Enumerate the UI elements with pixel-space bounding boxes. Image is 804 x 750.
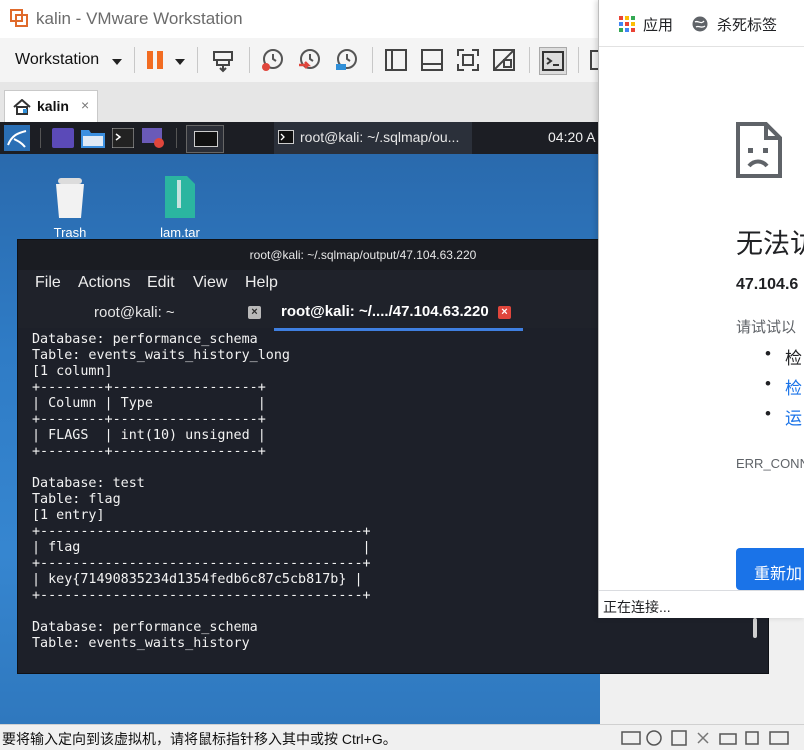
menu-edit[interactable]: Edit <box>147 274 175 292</box>
chevron-down-icon[interactable] <box>175 59 185 65</box>
terminal-line: Database: performance_schema <box>32 620 258 635</box>
terminal-tab-label: root@kali: ~ <box>94 304 175 321</box>
workspace-thumb <box>194 131 218 147</box>
desktop-icon-trash[interactable]: Trash <box>46 174 94 240</box>
bookmark-label: 杀死标签 <box>717 17 778 34</box>
reload-button[interactable]: 重新加 <box>736 548 804 590</box>
recorder-icon[interactable] <box>142 127 166 149</box>
terminal-scrollbar[interactable] <box>753 618 757 638</box>
loading-status-text: 正在连接... <box>603 599 671 615</box>
fullscreen-icon[interactable] <box>455 47 481 73</box>
suggestion-text: 检 <box>785 349 802 368</box>
menu-actions[interactable]: Actions <box>78 274 130 292</box>
vmware-toolbar: Workstation <box>0 38 600 83</box>
bookmarks-bar: 应用 杀死标签 <box>599 0 804 47</box>
bookmark-kill-tabs[interactable]: 杀死标签 <box>692 0 802 46</box>
revert-snapshot-icon[interactable] <box>296 47 322 73</box>
menu-file[interactable]: File <box>35 274 61 292</box>
toolbar-divider <box>134 47 135 73</box>
bookmark-apps[interactable]: 应用 <box>619 0 699 46</box>
error-host: 47.104.6 <box>736 276 799 293</box>
apps-grid-icon <box>619 16 635 32</box>
desktop-icon[interactable] <box>52 128 74 148</box>
vm-tab-kalin[interactable]: kalin × <box>4 90 98 123</box>
send-keys-icon[interactable] <box>210 47 236 73</box>
browser-window[interactable]: 应用 杀死标签 无法访 47.104.6 请试试以 • 检 • 检 • 运 ER… <box>598 0 804 618</box>
terminal-icon <box>278 130 294 144</box>
toolbar-divider <box>249 47 250 73</box>
reload-button-label: 重新加 <box>754 566 803 583</box>
menu-help[interactable]: Help <box>245 274 278 292</box>
suggestion-link[interactable]: 运 <box>785 404 802 429</box>
terminal-tab-home[interactable]: root@kali: ~ × <box>18 298 274 328</box>
device-status-icons[interactable] <box>620 729 790 747</box>
taskbar-terminal-label: root@kali: ~/.sqlmap/ou... <box>300 129 460 145</box>
desktop-icon-label: Trash <box>53 225 87 240</box>
console-view-icon[interactable] <box>419 47 445 73</box>
folder-icon[interactable] <box>81 127 105 148</box>
vmware-status-bar: 要将输入定向到该虚拟机，请将鼠标指针移入其中或按 Ctrl+G。 <box>0 724 804 750</box>
close-icon[interactable]: × <box>81 97 89 113</box>
snapshot-icon[interactable] <box>259 47 285 73</box>
workspace-switcher[interactable] <box>186 125 224 153</box>
sidebar-view-icon[interactable] <box>383 47 409 73</box>
terminal-tab-label: root@kali: ~/..../47.104.63.220 <box>281 303 489 320</box>
kali-menu-icon[interactable] <box>4 125 30 151</box>
suggestion-link[interactable]: 检 <box>785 374 802 399</box>
snapshot-manager-icon[interactable] <box>333 47 359 73</box>
desktop-icon-lam-tar[interactable]: lam.tar <box>150 174 210 240</box>
vmware-title-bar: kalin - VMware Workstation <box>0 0 600 38</box>
terminal-view-icon[interactable] <box>539 47 567 75</box>
error-hint: 请试试以 <box>736 319 797 336</box>
pause-icon[interactable] <box>143 47 169 73</box>
close-icon[interactable]: × <box>248 306 261 319</box>
trash-icon <box>56 178 84 218</box>
bullet-dot: • <box>765 374 771 393</box>
taskbar-terminal-button[interactable]: root@kali: ~/.sqlmap/ou... <box>274 122 472 156</box>
bullet-dot: • <box>765 344 771 363</box>
status-message: 要将输入定向到该虚拟机，请将鼠标指针移入其中或按 Ctrl+G。 <box>2 731 397 747</box>
error-code: ERR_CONN <box>736 456 804 471</box>
desktop-icon-label: lam.tar <box>160 225 200 240</box>
kali-top-panel: root@kali: ~/.sqlmap/ou... 04:20 A <box>0 122 600 156</box>
close-icon[interactable]: × <box>498 306 511 319</box>
panel-divider <box>176 128 177 148</box>
panel-clock[interactable]: 04:20 A <box>548 129 596 145</box>
terminal-tab-output[interactable]: root@kali: ~/..../47.104.63.220 × <box>274 298 523 331</box>
unity-icon[interactable] <box>491 47 517 73</box>
toolbar-divider <box>372 47 373 73</box>
chevron-down-icon[interactable] <box>112 59 122 65</box>
sad-page-icon <box>736 122 782 178</box>
toolbar-divider <box>529 47 530 73</box>
menu-view[interactable]: View <box>193 274 227 292</box>
toolbar-divider <box>197 47 198 73</box>
vm-tab-label: kalin <box>37 98 69 114</box>
bullet-dot: • <box>765 404 771 423</box>
window-title: kalin - VMware Workstation <box>36 9 243 28</box>
workstation-menu-button[interactable]: Workstation <box>15 51 99 69</box>
vm-tab-bar: kalin × <box>0 82 600 123</box>
terminal-icon[interactable] <box>112 128 134 148</box>
globe-icon <box>692 16 708 32</box>
error-title: 无法访 <box>736 229 804 259</box>
bookmark-label: 应用 <box>643 17 674 34</box>
home-icon <box>13 99 31 115</box>
terminal-line: Table: events_waits_history <box>32 636 250 651</box>
archive-file-icon <box>165 176 195 218</box>
toolbar-divider <box>578 47 579 73</box>
panel-divider <box>40 128 41 148</box>
loading-status-bubble: 正在连接... <box>599 590 804 618</box>
vmware-logo-icon <box>10 9 28 27</box>
